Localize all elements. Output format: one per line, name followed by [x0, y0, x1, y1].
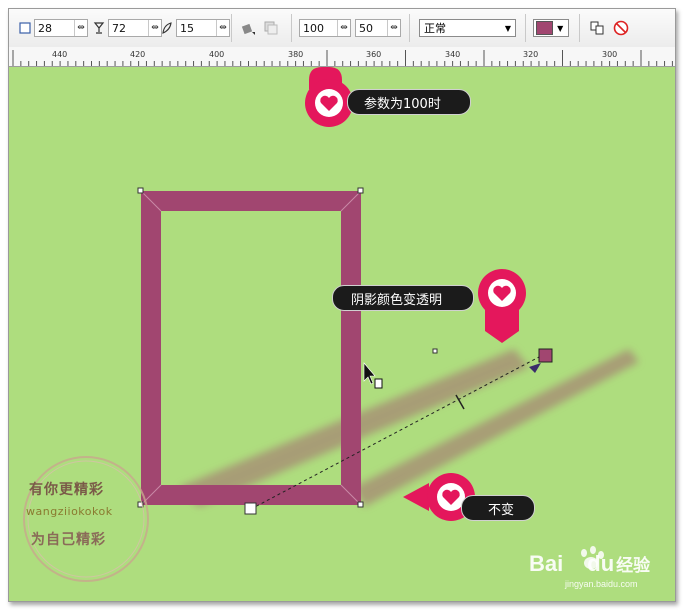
- watermark-stamp: [23, 456, 149, 582]
- field-2-value: 72: [112, 21, 126, 35]
- watermark-line3: 为自己精彩: [31, 532, 106, 548]
- field-group-2: 72 ⇹: [93, 18, 162, 38]
- drop-shadow: [179, 349, 639, 507]
- field-3-input[interactable]: 15 ⇹: [176, 19, 230, 37]
- separator: [525, 14, 526, 42]
- shadow-end-handle[interactable]: [538, 348, 553, 363]
- field-3-value: 15: [180, 21, 194, 35]
- copy-properties-icon[interactable]: [589, 20, 605, 36]
- separator: [409, 14, 410, 42]
- copy-shadow-icon[interactable]: [263, 20, 279, 36]
- callout-label-top: 参数为100时: [347, 89, 471, 115]
- fill-bucket-icon[interactable]: [241, 20, 257, 36]
- arrow-head-icon: [529, 363, 541, 373]
- clear-shadow-icon[interactable]: [613, 20, 629, 36]
- feather-value: 50: [359, 21, 373, 35]
- callout-label-bottom: 不变: [461, 495, 535, 521]
- cursor-icon: [363, 362, 383, 389]
- chevron-down-icon: ▼: [557, 23, 564, 33]
- feather-input[interactable]: 50 ⇹: [355, 19, 401, 37]
- goblet-icon: [93, 22, 105, 34]
- callout-marker-middle: [478, 269, 526, 343]
- spin-icon[interactable]: ⇹: [337, 20, 350, 36]
- separator: [579, 14, 580, 42]
- callout-marker-top: [305, 67, 353, 127]
- opacity-input[interactable]: 100 ⇹: [299, 19, 351, 37]
- baidu-logo: Bai du 经验: [529, 551, 650, 577]
- chevron-down-icon: ▼: [504, 23, 512, 33]
- field-group-3: 15 ⇹: [161, 18, 230, 38]
- opacity-slider-handle[interactable]: [455, 394, 465, 410]
- separator: [291, 14, 292, 42]
- callout-bottom-text: 不变: [488, 502, 515, 518]
- app-window: 28 ⇹ 72 ⇹ 15 ⇹ 100 ⇹ 50 ⇹ 正常 ▼ ▼ 440 420…: [8, 8, 676, 602]
- shadow-color-swatch: [536, 21, 554, 35]
- property-toolbar: 28 ⇹ 72 ⇹ 15 ⇹ 100 ⇹ 50 ⇹ 正常 ▼ ▼: [9, 9, 675, 48]
- canvas-artwork: [23, 67, 639, 582]
- baidu-logo-jingyan: 经验: [616, 556, 651, 575]
- watermark-line2: wangziiokokok: [26, 505, 113, 518]
- shadow-start-handle[interactable]: [244, 502, 257, 515]
- field-group-1: 28 ⇹: [19, 18, 88, 38]
- horizontal-ruler[interactable]: 440 420 400 380 360 340 320 300: [9, 47, 675, 67]
- feather-group: 50 ⇹: [355, 18, 401, 38]
- blend-mode-select[interactable]: 正常 ▼: [419, 19, 516, 37]
- callout-top-text: 参数为100时: [364, 96, 441, 112]
- opacity-group: 100 ⇹: [299, 18, 351, 38]
- baidu-logo-bai: Bai: [529, 551, 564, 576]
- baidu-logo-du: du: [587, 551, 615, 576]
- shadow-color-picker[interactable]: ▼: [533, 19, 569, 37]
- field-2-input[interactable]: 72 ⇹: [108, 19, 162, 37]
- opacity-value: 100: [303, 21, 324, 35]
- ruler-ticks: [12, 50, 673, 66]
- spin-icon[interactable]: ⇹: [74, 20, 87, 36]
- spin-icon[interactable]: ⇹: [387, 20, 400, 36]
- blend-mode-value: 正常: [424, 22, 446, 35]
- separator: [231, 14, 232, 42]
- watermark-line1: 有你更精彩: [29, 482, 104, 498]
- spin-icon[interactable]: ⇹: [216, 20, 229, 36]
- baidu-url: jingyan.baidu.com: [565, 579, 638, 589]
- spin-icon[interactable]: ⇹: [148, 20, 161, 36]
- field-1-value: 28: [38, 21, 52, 35]
- callout-middle-text: 阴影颜色变透明: [351, 292, 443, 308]
- drawing-canvas[interactable]: 参数为100时 阴影颜色变透明 不变 有你更精彩 wangziiokokok 为…: [9, 67, 675, 601]
- midpoint-marker: [432, 348, 438, 354]
- callout-label-middle: 阴影颜色变透明: [332, 285, 474, 311]
- field-1-input[interactable]: 28 ⇹: [34, 19, 88, 37]
- feather-icon: [162, 22, 172, 34]
- square-outline-icon: [19, 22, 31, 34]
